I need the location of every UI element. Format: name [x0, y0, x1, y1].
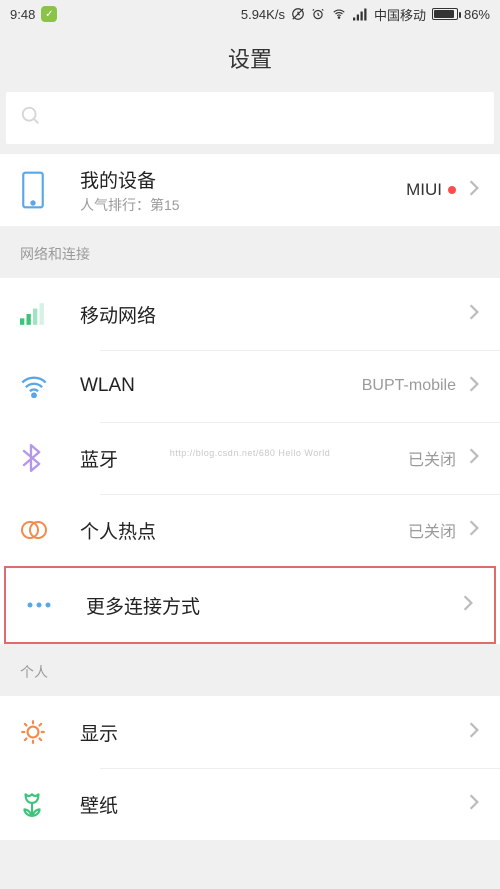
- chevron-right-icon: [468, 519, 480, 542]
- more-icon: [26, 600, 86, 610]
- brightness-icon: [20, 719, 80, 745]
- chevron-right-icon: [468, 179, 480, 202]
- row-title: 个人热点: [80, 517, 408, 544]
- row-value: MIUI: [406, 180, 456, 200]
- row-wallpaper[interactable]: 壁纸: [0, 768, 500, 840]
- wifi-icon: [20, 374, 80, 398]
- cellular-icon: [20, 302, 80, 326]
- row-title: 蓝牙: [80, 445, 408, 472]
- search-icon: [20, 105, 42, 132]
- group-personal: 显示 壁纸: [0, 696, 500, 840]
- row-wlan[interactable]: WLAN BUPT-mobile: [0, 350, 500, 422]
- status-battery: 86%: [464, 7, 490, 22]
- row-display[interactable]: 显示: [0, 696, 500, 768]
- row-my-device[interactable]: 我的设备 人气排行：第15 MIUI: [0, 154, 500, 226]
- chevron-right-icon: [462, 594, 474, 617]
- chevron-right-icon: [468, 793, 480, 816]
- row-title: 移动网络: [80, 301, 468, 328]
- update-dot-icon: [448, 186, 456, 194]
- status-bar: 9:48 ✓ 5.94K/s 中国移动 86%: [0, 0, 500, 28]
- row-value: BUPT-mobile: [362, 377, 456, 395]
- search-input[interactable]: [6, 92, 494, 144]
- signal-icon: [353, 8, 368, 21]
- row-value: 已关闭: [408, 446, 456, 470]
- wifi-icon: [331, 7, 347, 21]
- chevron-right-icon: [468, 447, 480, 470]
- highlight-annotation: 更多连接方式: [4, 566, 496, 644]
- section-title-personal: 个人: [0, 644, 500, 696]
- phone-icon: [20, 170, 80, 210]
- alarm-icon: [311, 7, 325, 21]
- row-mobile-network[interactable]: 移动网络: [0, 278, 500, 350]
- group-network: 移动网络 WLAN BUPT-mobile 蓝牙 已关闭 个人热点 已关闭 更多…: [0, 278, 500, 644]
- status-time: 9:48: [10, 7, 35, 22]
- chevron-right-icon: [468, 303, 480, 326]
- status-carrier: 中国移动: [374, 5, 426, 24]
- battery-icon: [432, 8, 458, 20]
- app-indicator-icon: ✓: [41, 6, 57, 22]
- tulip-icon: [20, 790, 80, 818]
- row-title: 显示: [80, 719, 468, 746]
- row-title: 壁纸: [80, 791, 468, 818]
- row-more-connections[interactable]: 更多连接方式: [6, 568, 494, 642]
- dnd-icon: [291, 7, 305, 21]
- page-title: 设置: [0, 28, 500, 88]
- row-bluetooth[interactable]: 蓝牙 已关闭: [0, 422, 500, 494]
- row-hotspot[interactable]: 个人热点 已关闭: [0, 494, 500, 566]
- section-title-network: 网络和连接: [0, 226, 500, 278]
- search-wrap: [0, 88, 500, 154]
- row-title: 更多连接方式: [86, 592, 462, 619]
- row-title: 我的设备: [80, 166, 406, 193]
- chevron-right-icon: [468, 375, 480, 398]
- status-net-speed: 5.94K/s: [241, 7, 285, 22]
- bluetooth-icon: [20, 444, 80, 472]
- group-device: 我的设备 人气排行：第15 MIUI: [0, 154, 500, 226]
- hotspot-icon: [20, 519, 80, 541]
- chevron-right-icon: [468, 721, 480, 744]
- row-sub: 人气排行：第15: [80, 195, 406, 215]
- row-value: 已关闭: [408, 518, 456, 542]
- row-title: WLAN: [80, 375, 362, 397]
